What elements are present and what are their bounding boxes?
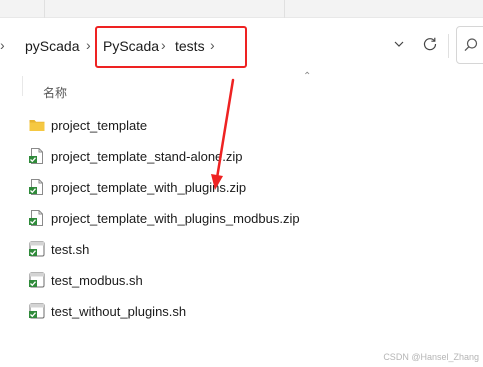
shell-script-icon [28,240,46,258]
breadcrumb-separator: › [86,37,91,53]
breadcrumb-item-pyscada-root[interactable]: pyScada [25,38,79,54]
sort-caret-icon[interactable]: ⌃ [303,71,311,82]
shell-script-icon [28,302,46,320]
refresh-icon[interactable] [422,36,438,52]
file-name-label: project_template_with_plugins.zip [51,179,247,195]
file-name-label: test_modbus.sh [51,272,143,288]
breadcrumb-separator: › [0,37,5,53]
breadcrumb-highlight-box [95,26,247,68]
file-list-item[interactable]: project_template_with_plugins_modbus.zip [28,207,448,229]
window-top-strip [0,0,483,18]
top-strip-segment [0,0,45,18]
file-list-item[interactable]: test.sh [28,238,448,260]
top-strip-segment [45,0,285,18]
file-name-label: project_template_stand-alone.zip [51,148,243,164]
file-list-item[interactable]: project_template_with_plugins.zip [28,176,448,198]
folder-icon [28,116,46,134]
shell-script-icon [28,271,46,289]
search-icon [464,38,478,52]
zip-archive-icon [28,147,46,165]
zip-archive-icon [28,209,46,227]
file-name-label: project_template [51,117,148,133]
toolbar-divider [448,34,449,58]
chevron-down-icon[interactable] [392,37,406,51]
file-list-item[interactable]: test_modbus.sh [28,269,448,291]
watermark: CSDN @Hansel_Zhang [383,352,479,362]
column-header-name[interactable]: 名称 [43,84,67,101]
column-divider [22,76,23,96]
file-list-item[interactable]: project_template_stand-alone.zip [28,145,448,167]
file-name-label: test_without_plugins.sh [51,303,187,319]
search-box[interactable] [456,26,483,64]
file-list-item[interactable]: project_template [28,114,448,136]
file-name-label: test.sh [51,241,90,257]
file-list-item[interactable]: test_without_plugins.sh [28,300,448,322]
file-name-label: project_template_with_plugins_modbus.zip [51,210,300,226]
zip-archive-icon [28,178,46,196]
